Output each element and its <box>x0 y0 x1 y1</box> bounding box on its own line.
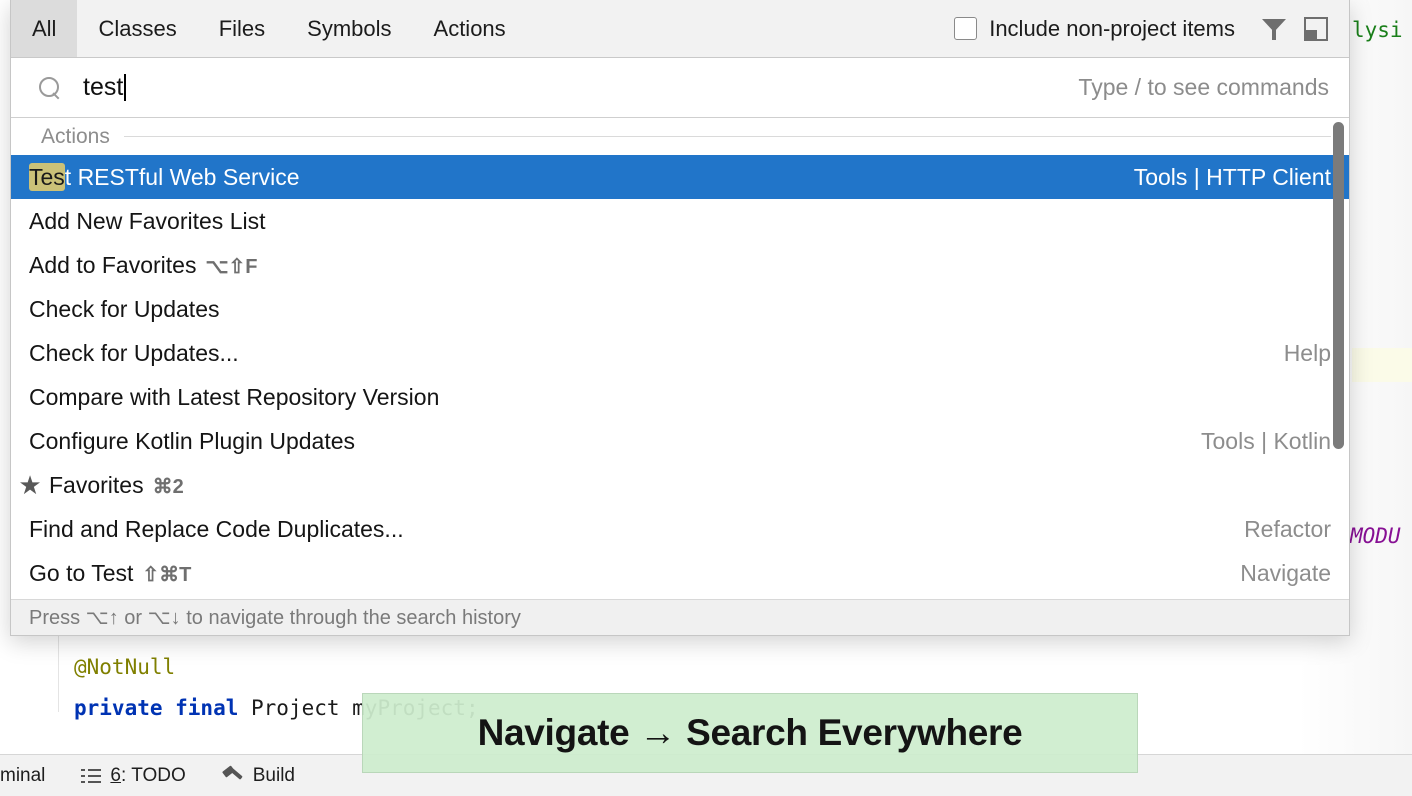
result-location: Help <box>1284 340 1337 367</box>
search-input-value[interactable]: test <box>83 73 123 102</box>
result-main: Test RESTful Web Service <box>29 164 300 191</box>
result-row-configure-kotlin-plugin-updates[interactable]: Configure Kotlin Plugin Updates Tools | … <box>11 419 1349 463</box>
popup-tab-bar: All Classes Files Symbols Actions <box>11 0 527 57</box>
text-caret <box>124 74 126 101</box>
result-shortcut: ⌘2 <box>153 474 184 499</box>
result-location: Tools | Kotlin <box>1201 428 1337 455</box>
commands-hint: Type / to see commands <box>1078 74 1329 101</box>
result-row-add-new-favorites-list[interactable]: Add New Favorites List <box>11 199 1349 243</box>
result-label-rest: t RESTful Web Service <box>65 164 300 190</box>
result-main: Go to Test ⇧⌘T <box>29 560 191 587</box>
result-main: Check for Updates <box>29 296 219 323</box>
result-label: Compare with Latest Repository Version <box>29 384 439 411</box>
preview-panel-icon <box>1304 17 1328 41</box>
status-terminal-label: minal <box>0 765 45 787</box>
result-row-check-for-updates-dialog[interactable]: Check for Updates... Help <box>11 331 1349 375</box>
search-field-row[interactable]: test Type / to see commands <box>11 58 1349 118</box>
result-location: Navigate <box>1240 560 1337 587</box>
result-label: Check for Updates... <box>29 340 239 367</box>
search-everywhere-screen: lysi MODU @NotNull private final Project… <box>0 0 1412 796</box>
code-keyword-private-final: private final <box>74 696 238 720</box>
tab-all[interactable]: All <box>11 0 77 57</box>
status-item-terminal[interactable]: minal <box>0 755 63 796</box>
results-list[interactable]: Actions Test RESTful Web Service Tools |… <box>11 118 1349 599</box>
result-row-add-to-favorites[interactable]: Add to Favorites ⌥⇧F <box>11 243 1349 287</box>
callout-text: Navigate → Search Everywhere <box>478 712 1023 754</box>
hammer-icon <box>222 765 244 787</box>
footer-hint-text: Press ⌥↑ or ⌥↓ to navigate through the s… <box>29 605 521 630</box>
tab-symbols[interactable]: Symbols <box>286 0 412 57</box>
result-label: Favorites <box>49 472 144 499</box>
include-non-project-checkbox[interactable]: Include non-project items <box>954 16 1253 42</box>
todo-list-icon <box>81 768 101 784</box>
result-label: Check for Updates <box>29 296 219 323</box>
status-todo-mnemonic: 6 <box>110 765 121 786</box>
group-header-divider <box>124 136 1331 137</box>
result-label: Configure Kotlin Plugin Updates <box>29 428 355 455</box>
result-location: Refactor <box>1244 516 1337 543</box>
result-main: Add New Favorites List <box>29 208 265 235</box>
result-label: Go to Test <box>29 560 133 587</box>
result-label: Add New Favorites List <box>29 208 265 235</box>
tab-actions-label: Actions <box>434 16 506 42</box>
result-row-test-restful-web-service[interactable]: Test RESTful Web Service Tools | HTTP Cl… <box>11 155 1349 199</box>
filter-icon <box>1262 18 1286 40</box>
search-icon <box>39 77 61 99</box>
result-location: Tools | HTTP Client <box>1134 164 1337 191</box>
status-item-build[interactable]: Build <box>204 755 313 796</box>
tab-classes[interactable]: Classes <box>77 0 197 57</box>
result-main: Find and Replace Code Duplicates... <box>29 516 404 543</box>
status-todo-text: 6: TODO <box>110 765 185 787</box>
result-main: Configure Kotlin Plugin Updates <box>29 428 355 455</box>
status-build-label: Build <box>253 765 295 787</box>
search-everywhere-popup: All Classes Files Symbols Actions <box>10 0 1350 636</box>
result-main: Check for Updates... <box>29 340 239 367</box>
tab-actions[interactable]: Actions <box>413 0 527 57</box>
tab-classes-label: Classes <box>98 16 176 42</box>
preview-panel-button[interactable] <box>1295 8 1337 50</box>
callout-annotation: Navigate → Search Everywhere <box>362 693 1138 773</box>
popup-footer-hint-bar: Press ⌥↑ or ⌥↓ to navigate through the s… <box>11 599 1349 635</box>
result-label: Add to Favorites <box>29 252 196 279</box>
filter-button[interactable] <box>1253 8 1295 50</box>
result-label: Find and Replace Code Duplicates... <box>29 516 404 543</box>
status-todo-label: : TODO <box>121 765 186 786</box>
result-label: Test RESTful Web Service <box>29 164 300 191</box>
popup-header-controls: Include non-project items <box>954 0 1349 57</box>
result-main: Favorites ⌘2 <box>49 472 184 499</box>
result-row-compare-with-latest-repository-version[interactable]: Compare with Latest Repository Version <box>11 375 1349 419</box>
result-row-go-to-test[interactable]: Go to Test ⇧⌘T Navigate <box>11 551 1349 595</box>
result-row-favorites[interactable]: ★ Favorites ⌘2 <box>11 463 1349 507</box>
result-row-find-and-replace-code-duplicates[interactable]: Find and Replace Code Duplicates... Refa… <box>11 507 1349 551</box>
editor-highlight-band <box>1352 348 1412 382</box>
checkbox-box[interactable] <box>954 17 977 40</box>
tab-all-label: All <box>32 16 56 42</box>
group-header-label: Actions <box>41 125 110 149</box>
include-non-project-label: Include non-project items <box>989 16 1235 42</box>
group-header-actions: Actions <box>11 118 1349 155</box>
tab-symbols-label: Symbols <box>307 16 391 42</box>
code-token-analysis: lysi <box>1352 18 1403 42</box>
status-item-todo[interactable]: 6: TODO <box>63 755 203 796</box>
result-main: Compare with Latest Repository Version <box>29 384 439 411</box>
results-scrollbar-thumb[interactable] <box>1333 122 1344 449</box>
code-token-module: MODU <box>1350 524 1401 548</box>
code-annotation-notnull: @NotNull <box>74 655 175 679</box>
result-shortcut: ⌥⇧F <box>205 254 257 279</box>
tab-files-label: Files <box>219 16 265 42</box>
tab-files[interactable]: Files <box>198 0 286 57</box>
result-main: Add to Favorites ⌥⇧F <box>29 252 258 279</box>
results-scrollbar[interactable] <box>1333 122 1344 599</box>
result-match-highlight: Tes <box>29 163 65 191</box>
result-row-check-for-updates[interactable]: Check for Updates <box>11 287 1349 331</box>
result-shortcut: ⇧⌘T <box>142 562 191 587</box>
star-icon: ★ <box>11 472 49 498</box>
popup-header: All Classes Files Symbols Actions <box>11 0 1349 58</box>
